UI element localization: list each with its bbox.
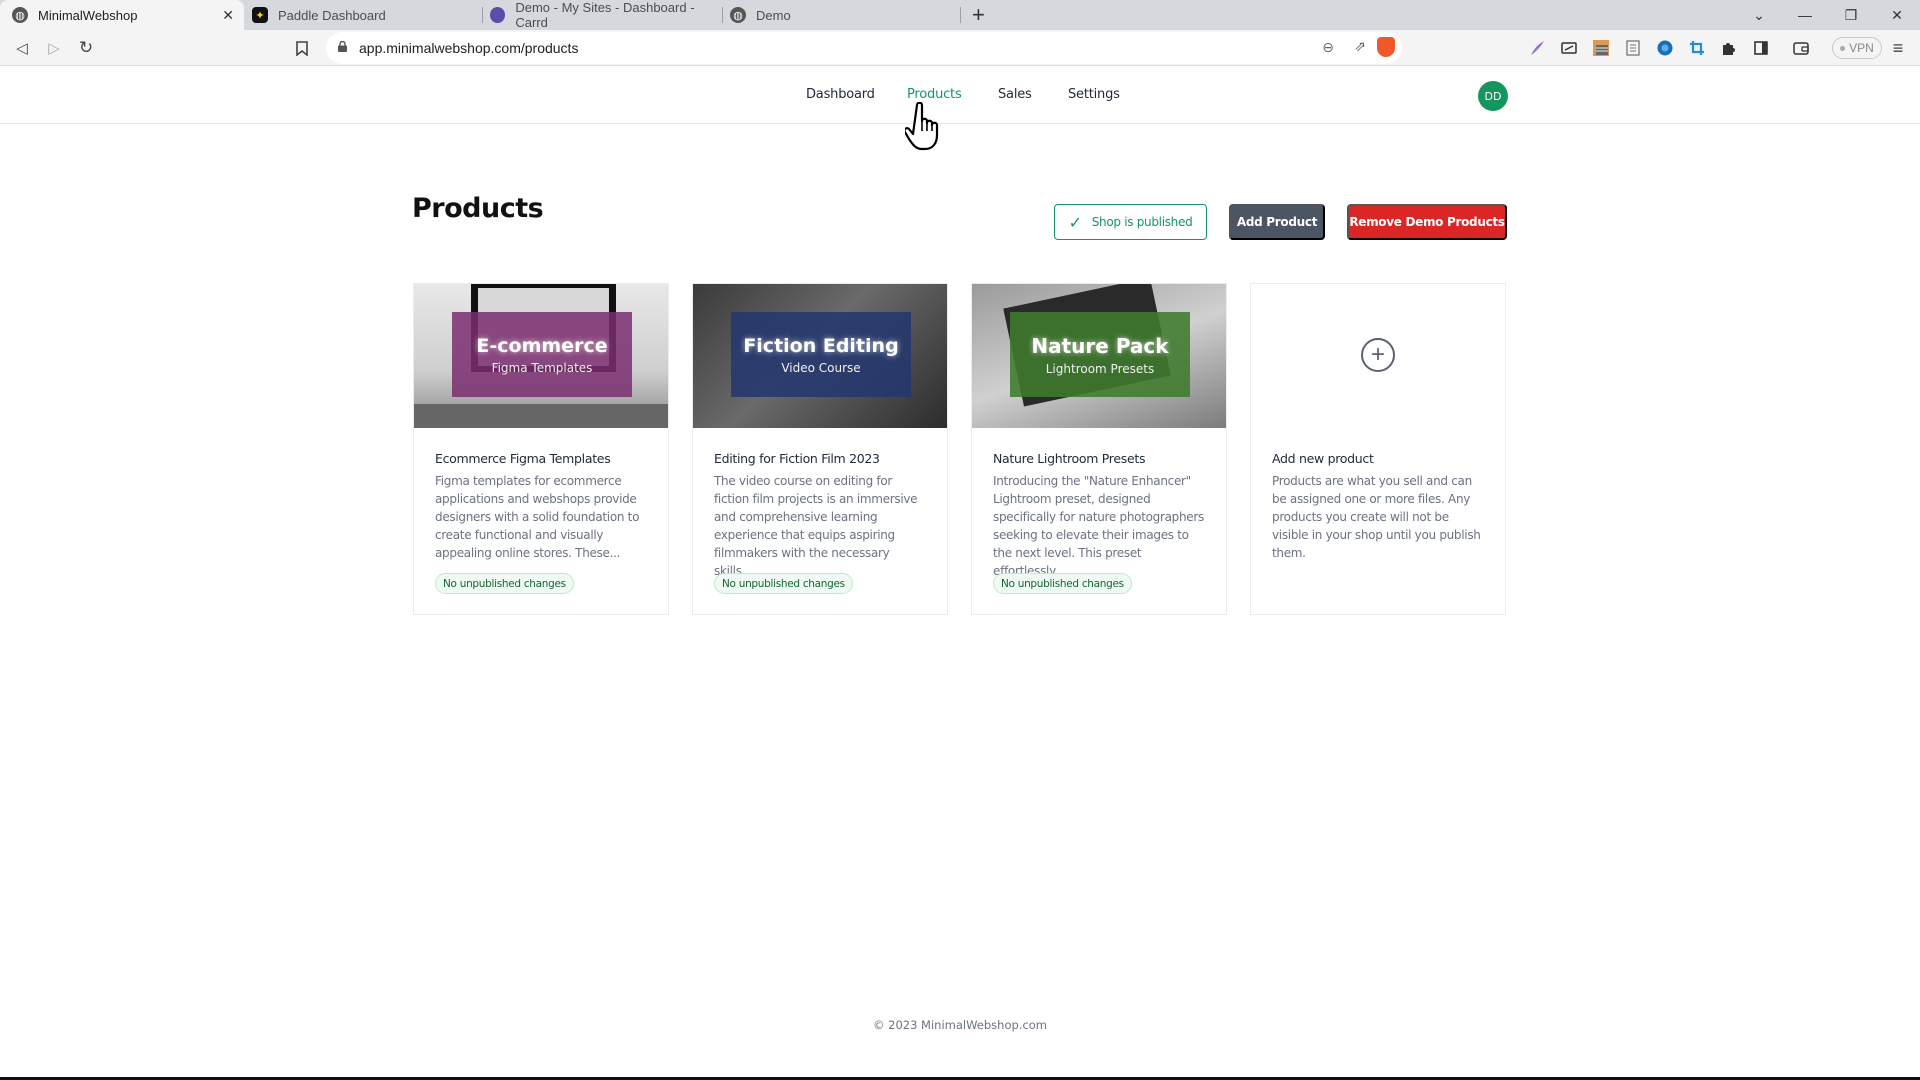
forward-button[interactable]: ▷	[42, 36, 66, 60]
address-bar[interactable]: app.minimalwebshop.com/products ⊖ ⇗	[326, 32, 1402, 64]
product-description: The video course on editing for fiction …	[714, 474, 918, 578]
banner-subtitle: Figma Templates	[491, 360, 593, 375]
product-card[interactable]: E-commerce Figma Templates Ecommerce Fig…	[413, 283, 669, 615]
add-product-area[interactable]: +	[1251, 284, 1505, 428]
browser-toolbar: ◁ ▷ ↻ app.minimalwebshop.com/products ⊖ …	[0, 30, 1920, 66]
product-description: Introducing the "Nature Enhancer" Lightr…	[993, 474, 1204, 578]
tab-title: MinimalWebshop	[38, 7, 138, 23]
vpn-status-dot	[1840, 45, 1846, 51]
check-icon: ✓	[1068, 212, 1082, 232]
product-banner: Nature Pack Lightroom Presets	[1010, 312, 1190, 397]
lock-icon	[338, 41, 347, 52]
minimize-button[interactable]: —	[1782, 0, 1828, 30]
product-image: E-commerce Figma Templates	[414, 284, 668, 428]
tab-title: Demo	[756, 7, 791, 23]
nav-sales[interactable]: Sales	[998, 87, 1032, 102]
plus-circle-icon[interactable]: +	[1361, 338, 1395, 372]
new-tab-button[interactable]: +	[972, 3, 985, 27]
add-product-button[interactable]: Add Product	[1229, 204, 1325, 240]
crop-extension-icon[interactable]	[1685, 36, 1709, 60]
browser-tab-strip: ◍ MinimalWebshop ✕ ✦ Paddle Dashboard De…	[0, 0, 1920, 30]
banner-title: Fiction Editing	[743, 334, 899, 357]
browser-menu-icon[interactable]: ≡	[1886, 36, 1910, 60]
add-product-card[interactable]: + Add new product Products are what you …	[1250, 283, 1506, 615]
add-product-description: Products are what you sell and can be as…	[1272, 474, 1481, 560]
sidebar-toggle-icon[interactable]	[1749, 36, 1773, 60]
tab-demo[interactable]: ◍ Demo	[730, 0, 960, 30]
paddle-icon: ✦	[252, 7, 268, 23]
status-badge: No unpublished changes	[993, 573, 1132, 594]
share-icon[interactable]: ⇗	[1354, 38, 1366, 55]
zoom-out-icon[interactable]: ⊖	[1322, 39, 1334, 56]
product-title[interactable]: Nature Lightroom Presets	[993, 451, 1145, 466]
globe-icon: ◍	[12, 7, 28, 23]
sr-extension-icon[interactable]	[1589, 36, 1613, 60]
close-window-button[interactable]: ✕	[1874, 0, 1920, 30]
restore-button[interactable]: ❐	[1828, 0, 1874, 30]
tab-search-dropdown-icon[interactable]: ⌄	[1736, 0, 1782, 30]
nav-settings[interactable]: Settings	[1068, 87, 1120, 102]
user-avatar[interactable]: DD	[1478, 81, 1508, 111]
nav-dashboard[interactable]: Dashboard	[806, 87, 875, 102]
aperture-extension-icon[interactable]	[1653, 36, 1677, 60]
reader-mode-icon[interactable]	[1621, 36, 1645, 60]
vpn-button[interactable]: VPN	[1832, 37, 1882, 59]
product-title[interactable]: Ecommerce Figma Templates	[435, 451, 611, 466]
banner-title: Nature Pack	[1031, 333, 1169, 358]
product-card[interactable]: Nature Pack Lightroom Presets Nature Lig…	[971, 283, 1227, 615]
feather-extension-icon[interactable]	[1525, 36, 1549, 60]
vpn-label: VPN	[1849, 41, 1874, 55]
product-banner: Fiction Editing Video Course	[731, 312, 911, 397]
banner-subtitle: Lightroom Presets	[1045, 361, 1155, 376]
reload-button[interactable]: ↻	[74, 36, 98, 60]
tab-minimalwebshop[interactable]: ◍ MinimalWebshop ✕	[0, 0, 244, 30]
globe-icon: ◍	[730, 7, 746, 23]
product-description: Figma templates for ecommerce applicatio…	[435, 474, 640, 560]
wallet-icon[interactable]	[1789, 36, 1813, 60]
add-product-title[interactable]: Add new product	[1272, 451, 1374, 466]
tab-carrd-demo[interactable]: Demo - My Sites - Dashboard - Carrd	[490, 0, 722, 30]
tab-title: Paddle Dashboard	[278, 7, 386, 23]
status-badge: No unpublished changes	[714, 573, 853, 594]
product-image: Nature Pack Lightroom Presets	[972, 284, 1226, 428]
banner-title: E-commerce	[476, 334, 608, 357]
product-card[interactable]: Fiction Editing Video Course Editing for…	[692, 283, 948, 615]
tab-separator	[960, 7, 961, 23]
brave-shields-icon[interactable]	[1377, 37, 1395, 57]
bookmark-icon[interactable]	[290, 36, 314, 60]
desk-shape	[414, 404, 668, 428]
status-badge: No unpublished changes	[435, 573, 574, 594]
close-tab-icon[interactable]: ✕	[222, 7, 234, 24]
extensions-puzzle-icon[interactable]	[1717, 36, 1741, 60]
page-title: Products	[412, 193, 544, 224]
shop-published-button[interactable]: ✓ Shop is published	[1054, 204, 1207, 240]
product-title[interactable]: Editing for Fiction Film 2023	[714, 451, 880, 466]
tab-separator	[722, 7, 723, 23]
banner-subtitle: Video Course	[781, 360, 861, 375]
hand-pointer-cursor-icon	[905, 102, 939, 151]
footer-copyright: © 2023 MinimalWebshop.com	[872, 1018, 1048, 1032]
app-header: Dashboard Products Sales Settings DD	[0, 66, 1920, 124]
screen-cast-extension-icon[interactable]	[1557, 36, 1581, 60]
tab-title: Demo - My Sites - Dashboard - Carrd	[515, 0, 695, 30]
product-image: Fiction Editing Video Course	[693, 284, 947, 428]
url-text[interactable]: app.minimalwebshop.com/products	[359, 40, 578, 56]
tab-paddle-dashboard[interactable]: ✦ Paddle Dashboard	[248, 0, 480, 30]
remove-demo-products-button[interactable]: Remove Demo Products	[1347, 204, 1507, 240]
carrd-icon	[490, 7, 506, 23]
product-banner: E-commerce Figma Templates	[452, 312, 632, 397]
shop-published-label: Shop is published	[1091, 215, 1193, 229]
back-button[interactable]: ◁	[10, 36, 34, 60]
nav-products[interactable]: Products	[907, 87, 962, 102]
tab-separator	[482, 7, 483, 23]
